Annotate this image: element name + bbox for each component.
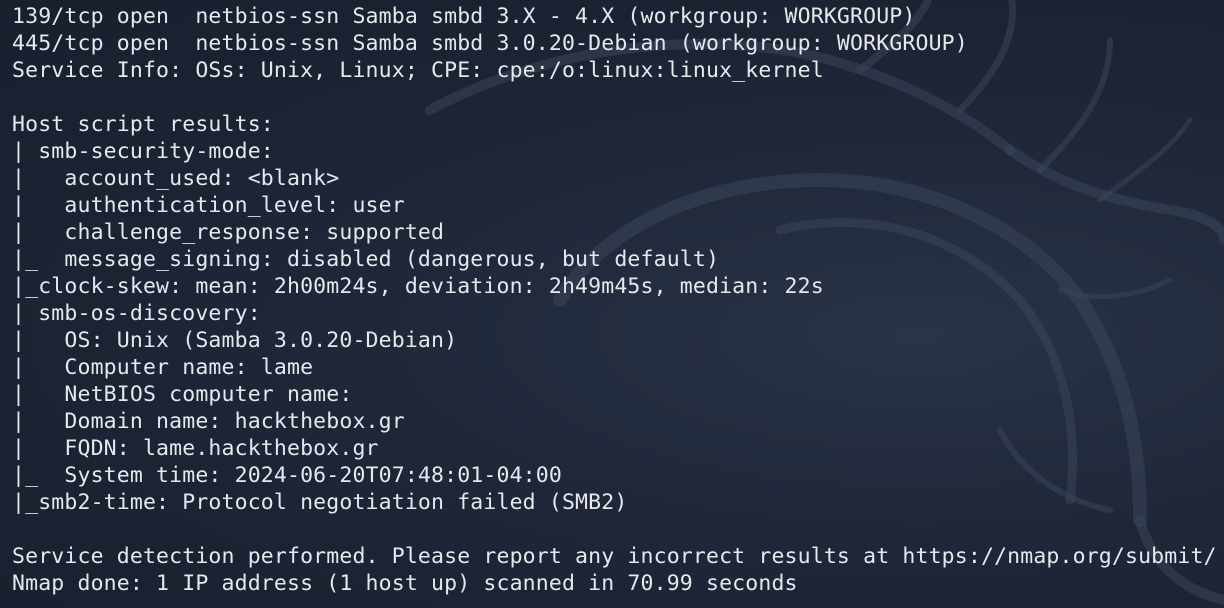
terminal-output[interactable]: 139/tcp open netbios-ssn Samba smbd 3.X … xyxy=(12,3,1224,597)
output-line: 139/tcp open netbios-ssn Samba smbd 3.X … xyxy=(12,4,916,29)
output-line: | FQDN: lame.hackthebox.gr xyxy=(12,436,379,461)
output-line: | NetBIOS computer name: xyxy=(12,382,353,407)
output-line: |_smb2-time: Protocol negotiation failed… xyxy=(12,490,628,515)
output-line: | Domain name: hackthebox.gr xyxy=(12,409,405,434)
output-line: |_clock-skew: mean: 2h00m24s, deviation:… xyxy=(12,274,824,299)
output-line: | smb-os-discovery: xyxy=(12,301,261,326)
output-line: Service Info: OSs: Unix, Linux; CPE: cpe… xyxy=(12,58,824,83)
output-line: | smb-security-mode: xyxy=(12,139,274,164)
output-line: Service detection performed. Please repo… xyxy=(12,544,1224,569)
output-line: Host script results: xyxy=(12,112,274,137)
output-line: |_ System time: 2024-06-20T07:48:01-04:0… xyxy=(12,463,562,488)
output-line: |_ message_signing: disabled (dangerous,… xyxy=(12,247,720,272)
output-line: | OS: Unix (Samba 3.0.20-Debian) xyxy=(12,328,458,353)
output-line: | authentication_level: user xyxy=(12,193,405,218)
output-line: | Computer name: lame xyxy=(12,355,314,380)
output-line: | account_used: <blank> xyxy=(12,166,340,191)
output-line: 445/tcp open netbios-ssn Samba smbd 3.0.… xyxy=(12,31,968,56)
output-line: | challenge_response: supported xyxy=(12,220,445,245)
output-line: Nmap done: 1 IP address (1 host up) scan… xyxy=(12,571,798,596)
terminal-window[interactable]: 139/tcp open netbios-ssn Samba smbd 3.X … xyxy=(0,0,1224,608)
